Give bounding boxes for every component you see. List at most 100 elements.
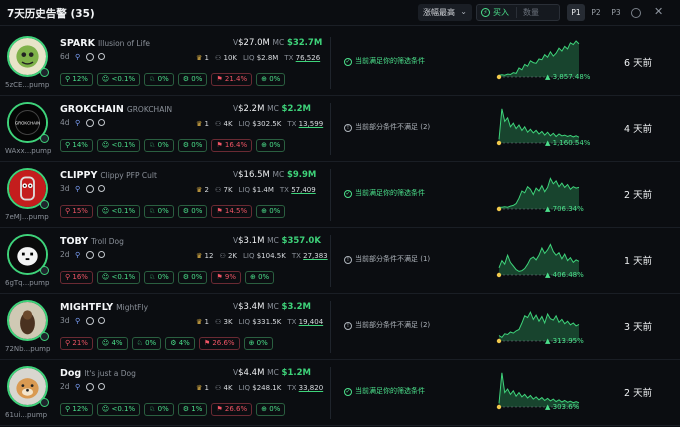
search-icon[interactable] bbox=[97, 185, 105, 192]
liq-value: $302.5K bbox=[252, 120, 282, 128]
alert-row[interactable]: 7eMJ...pump CLIPPY Clippy PFP Cult 3d ⚲ V$16.… bbox=[0, 163, 680, 228]
token-full-name: MightFly bbox=[116, 303, 149, 312]
preset-p3[interactable]: P3 bbox=[607, 4, 625, 21]
search-icon[interactable] bbox=[97, 251, 105, 258]
token-symbol[interactable]: CLIPPY Clippy PFP Cult bbox=[60, 170, 157, 181]
stat-chip: ⚑ 14.5% bbox=[211, 205, 253, 218]
user-icon[interactable]: ⚲ bbox=[74, 185, 82, 193]
close-icon[interactable]: ✕ bbox=[654, 5, 663, 18]
token-age: 6d bbox=[60, 52, 70, 61]
stat-chip: ⊕ 0% bbox=[256, 205, 286, 218]
user-icon[interactable]: ⚲ bbox=[74, 317, 82, 325]
alert-time-ago: 2 天前 bbox=[624, 388, 653, 399]
settings-icon[interactable] bbox=[631, 8, 641, 18]
stat-chip-value: 0% bbox=[191, 75, 203, 83]
quick-buy-box[interactable]: ⚡ 买入 数量 bbox=[476, 4, 560, 21]
holders-count: 10K bbox=[223, 54, 238, 62]
search-icon[interactable] bbox=[97, 119, 105, 126]
globe-icon[interactable] bbox=[85, 184, 94, 193]
search-icon[interactable] bbox=[97, 383, 105, 390]
stat-chip-value: 0% bbox=[191, 207, 203, 215]
holders: ⚇ 4K bbox=[215, 384, 233, 392]
token-symbol[interactable]: Dog It's just a Dog bbox=[60, 368, 136, 379]
alert-time-ago: 1 天前 bbox=[624, 256, 653, 267]
alert-row[interactable]: 61ui...pump Dog It's just a Dog 2d ⚲ V$4.4M M… bbox=[0, 361, 680, 426]
stat-chip-value: 4% bbox=[178, 339, 190, 347]
token-age: 3d bbox=[60, 316, 70, 325]
token-symbol[interactable]: MIGHTFLY MightFly bbox=[60, 302, 148, 313]
token-symbol-text: SPARK bbox=[60, 38, 95, 49]
tx-label: TX bbox=[287, 120, 297, 128]
globe-icon[interactable] bbox=[85, 52, 94, 61]
globe-icon[interactable] bbox=[85, 118, 94, 127]
quantity-input[interactable]: 数量 bbox=[516, 7, 539, 18]
check-circle-icon: ✓ bbox=[344, 58, 352, 66]
stat-chip-value: 0% bbox=[256, 339, 268, 347]
stat-chip-value: 14.5% bbox=[224, 207, 248, 215]
triangle-up-icon: ▲ bbox=[545, 337, 553, 345]
token-meta: ♛ 12 ⚇ 2K LIQ $104.5K TX 27,383 bbox=[196, 252, 328, 260]
user-icon[interactable]: ⚲ bbox=[74, 251, 82, 259]
crown-icon: ♛ bbox=[196, 318, 205, 326]
preset-p1[interactable]: P1 bbox=[567, 4, 585, 21]
info-circle-icon: ! bbox=[344, 256, 352, 264]
user-icon[interactable]: ⚲ bbox=[74, 383, 82, 391]
top-holders-count: 12 bbox=[204, 252, 214, 260]
holders-count: 4K bbox=[223, 120, 233, 128]
globe-icon[interactable] bbox=[85, 382, 94, 391]
alert-row[interactable]: 6gTq...pump TOBY Troll Dog 2d ⚲ V$3.1M MC $35… bbox=[0, 229, 680, 294]
stat-chip-icon: ⚙ bbox=[182, 207, 192, 215]
tx-label: TX bbox=[279, 186, 289, 194]
stat-chip-icon: ♘ bbox=[149, 75, 158, 83]
liq-label: LIQ bbox=[238, 318, 251, 326]
globe-icon[interactable] bbox=[85, 250, 94, 259]
globe-icon[interactable] bbox=[85, 316, 94, 325]
alert-row[interactable]: GROKCHAIN WAxx...pump GROKCHAIN GROKCHAIN 4d… bbox=[0, 97, 680, 162]
holder-stats-chips: ⚲ 15% ☺ <0.1% ♘ 0% ⚙ 0% ⚑ 14.5% ⊕ 0% bbox=[60, 205, 286, 218]
token-address[interactable]: 7eMJ...pump bbox=[5, 213, 49, 221]
token-address[interactable]: 5zCE...pump bbox=[5, 81, 49, 89]
alert-row[interactable]: 72Nb...pump MIGHTFLY MightFly 3d ⚲ V$3.4M MC … bbox=[0, 295, 680, 360]
user-icon[interactable]: ⚲ bbox=[74, 53, 82, 61]
stat-chip: ☺ <0.1% bbox=[96, 73, 141, 86]
sort-select[interactable]: 涨幅最高 ⌄ bbox=[418, 4, 472, 21]
preset-p2[interactable]: P2 bbox=[587, 4, 605, 21]
check-circle-icon: ✓ bbox=[344, 388, 352, 396]
row-divider bbox=[330, 301, 331, 353]
liq-value: $2.8M bbox=[256, 54, 279, 62]
volume-value: $2.2M bbox=[238, 104, 265, 114]
search-icon[interactable] bbox=[97, 53, 105, 60]
token-symbol[interactable]: GROKCHAIN GROKCHAIN bbox=[60, 104, 172, 115]
token-address[interactable]: 6gTq...pump bbox=[5, 279, 49, 287]
filter-condition-status: ✓ 当前满足你的筛选条件 bbox=[344, 188, 425, 198]
pump-badge-icon bbox=[40, 398, 49, 407]
token-symbol[interactable]: SPARK Illusion of Life bbox=[60, 38, 150, 49]
token-address[interactable]: WAxx...pump bbox=[5, 147, 51, 155]
liq-label: LIQ bbox=[238, 384, 251, 392]
liq-label: LIQ bbox=[238, 120, 251, 128]
token-address[interactable]: 61ui...pump bbox=[5, 411, 47, 419]
token-address[interactable]: 72Nb...pump bbox=[5, 345, 50, 353]
stat-chip: ♘ 0% bbox=[144, 139, 174, 152]
stat-chip-value: 14% bbox=[72, 141, 88, 149]
stat-chip-value: 26.6% bbox=[224, 405, 248, 413]
transactions: TX 19,404 bbox=[287, 318, 323, 326]
user-icon[interactable]: ⚲ bbox=[74, 119, 82, 127]
row-divider bbox=[330, 367, 331, 419]
crown-icon: ♛ bbox=[196, 186, 205, 194]
token-symbol-text: CLIPPY bbox=[60, 170, 98, 181]
search-icon[interactable] bbox=[97, 317, 105, 324]
transactions: TX 33,820 bbox=[287, 384, 323, 392]
transactions: TX 76,526 bbox=[284, 54, 320, 62]
stat-chip-value: 1% bbox=[191, 405, 203, 413]
token-symbol[interactable]: TOBY Troll Dog bbox=[60, 236, 124, 247]
volume-mc: V$4.4M MC $1.2M bbox=[233, 368, 311, 378]
alert-row[interactable]: 5zCE...pump SPARK Illusion of Life 6d ⚲ V$27.… bbox=[0, 31, 680, 96]
top-holders: ♛ 1 bbox=[196, 384, 209, 392]
market-cap-value: $3.2M bbox=[281, 302, 311, 312]
condition-text: 当前部分条件不满足 (2) bbox=[355, 123, 431, 131]
transactions: TX 57,409 bbox=[280, 186, 316, 194]
row-divider bbox=[330, 103, 331, 155]
stat-chip-value: 0% bbox=[269, 207, 281, 215]
stat-chip: ⚙ 0% bbox=[177, 205, 208, 218]
